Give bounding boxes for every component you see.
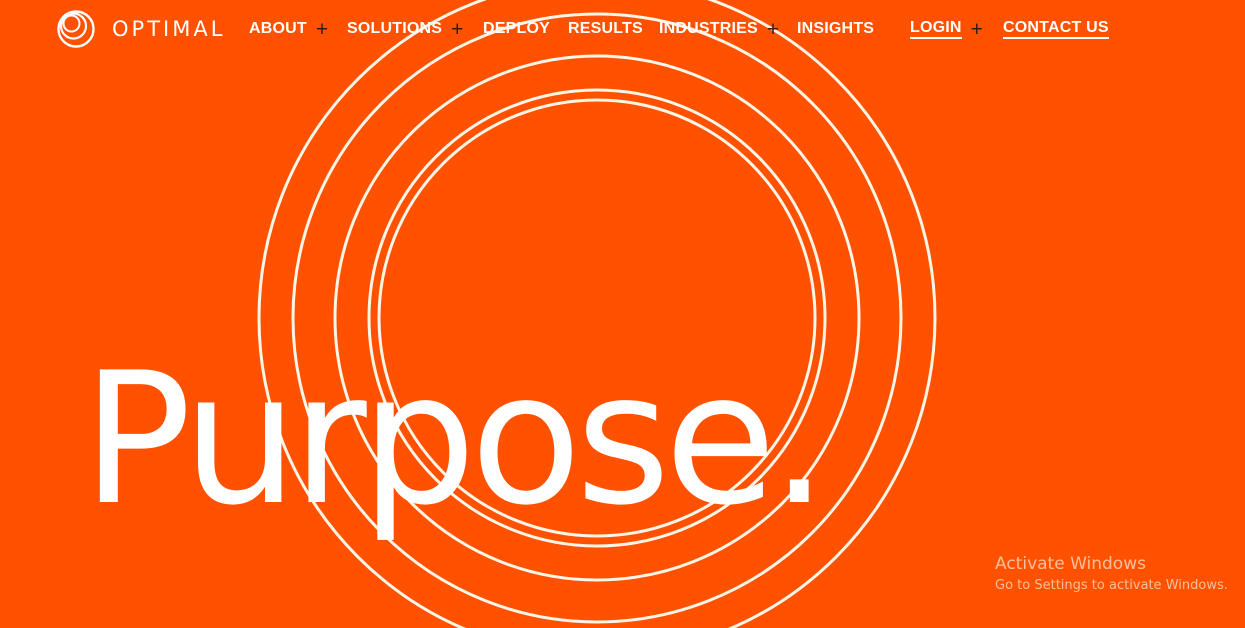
- plus-icon[interactable]: +: [767, 19, 779, 40]
- nav-item-industries[interactable]: INDUSTRIES +: [659, 18, 779, 40]
- plus-icon[interactable]: +: [451, 19, 463, 40]
- nav-item-label: ABOUT: [249, 20, 307, 37]
- watermark-subtitle: Go to Settings to activate Windows.: [995, 578, 1228, 593]
- windows-activation-watermark: Activate Windows Go to Settings to activ…: [995, 554, 1228, 595]
- nav-item-label: INSIGHTS: [797, 20, 875, 37]
- nav-item-insights[interactable]: INSIGHTS: [797, 18, 874, 40]
- plus-icon[interactable]: +: [316, 19, 328, 40]
- nav-item-label: SOLUTIONS: [347, 20, 443, 37]
- hero-headline: Purpose.: [82, 333, 828, 545]
- contact-us-label: CONTACT US: [1003, 19, 1109, 39]
- login-link[interactable]: LOGIN +: [910, 18, 983, 40]
- nav-item-label: INDUSTRIES: [659, 20, 758, 37]
- nav-item-label: RESULTS: [568, 20, 643, 37]
- watermark-title: Activate Windows: [995, 554, 1146, 574]
- login-label: LOGIN: [910, 19, 962, 39]
- hero-section: OPTIMAL ABOUT + SOLUTIONS + DEPLOY RESUL…: [0, 0, 1245, 628]
- nav-item-results[interactable]: RESULTS: [568, 18, 643, 40]
- nav-item-label: DEPLOY: [483, 20, 550, 37]
- nav-item-deploy[interactable]: DEPLOY: [483, 18, 550, 40]
- main-navigation: ABOUT + SOLUTIONS + DEPLOY RESULTS INDUS…: [0, 18, 1245, 40]
- plus-icon[interactable]: +: [971, 19, 983, 40]
- nav-item-about[interactable]: ABOUT +: [249, 18, 328, 40]
- contact-us-link[interactable]: CONTACT US: [1003, 18, 1109, 40]
- nav-item-solutions[interactable]: SOLUTIONS +: [347, 18, 464, 40]
